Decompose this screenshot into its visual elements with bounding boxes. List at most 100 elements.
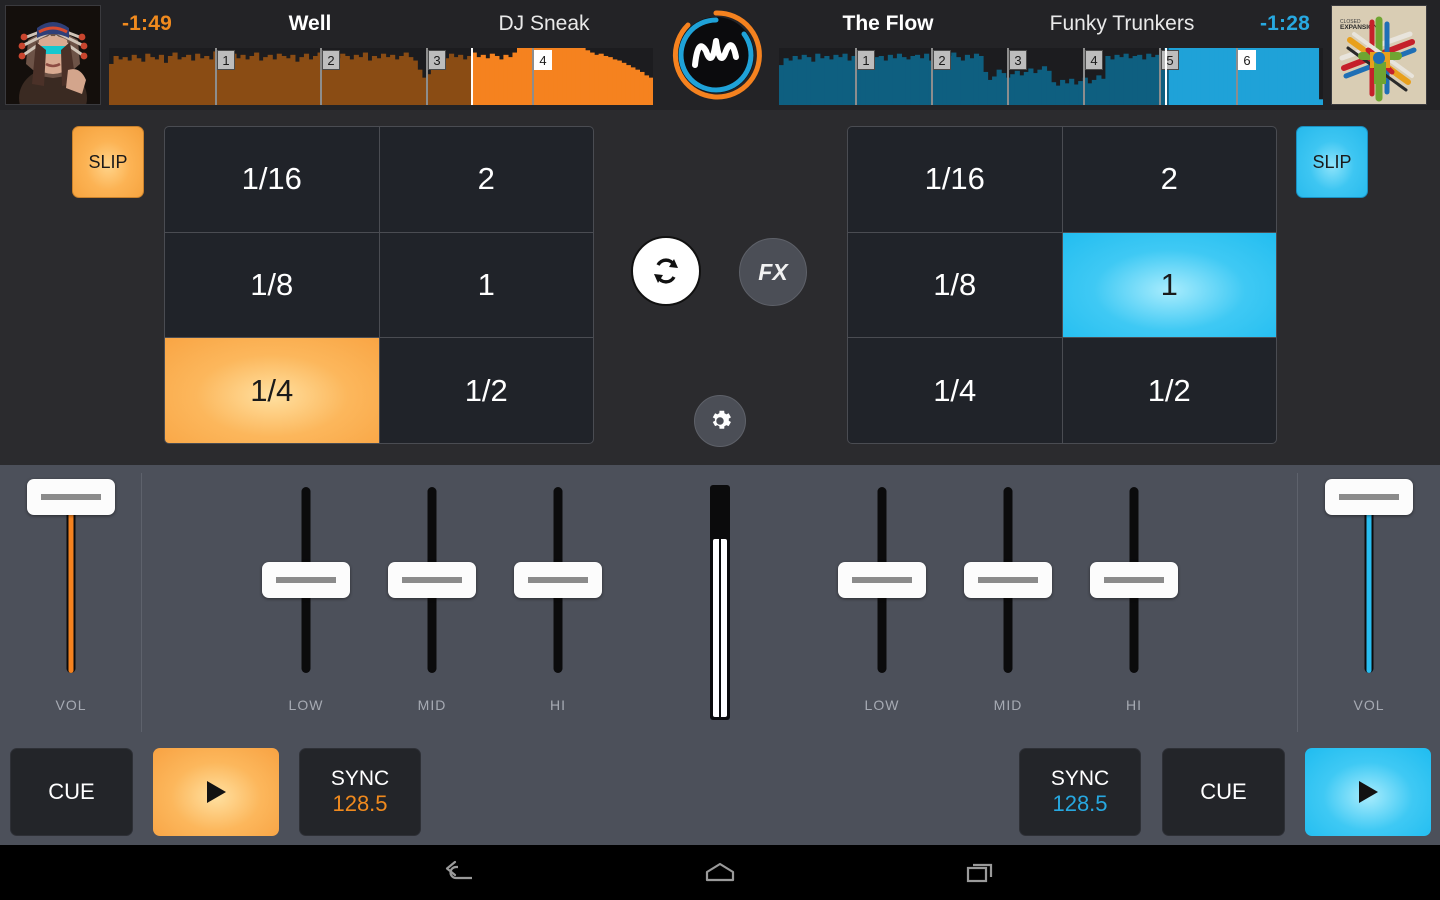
cue-marker-2[interactable]: 2 — [322, 50, 340, 70]
eq-hi-label-right: HI — [1126, 697, 1142, 713]
slip-button-left[interactable]: SLIP — [72, 126, 144, 198]
volume-fader-left[interactable]: VOL — [11, 465, 131, 740]
album-art-left[interactable] — [5, 5, 101, 105]
loop-toggle-button[interactable] — [631, 236, 701, 306]
waveform-right[interactable]: 1 2 3 4 5 6 — [779, 48, 1323, 105]
cue-marker-6[interactable]: 6 — [1238, 50, 1256, 70]
loop-cell-2[interactable]: 2 — [1062, 127, 1276, 232]
eq-mid-label-right: MID — [993, 697, 1023, 713]
eq-hi-left[interactable]: HI — [498, 465, 618, 740]
bpm-value-left: 128.5 — [332, 791, 388, 817]
sync-button-right[interactable]: SYNC 128.5 — [1019, 748, 1141, 836]
master-fader-gap — [719, 539, 721, 717]
volume-fader-right[interactable]: VOL — [1309, 465, 1429, 740]
volume-thumb-left[interactable] — [27, 479, 115, 515]
recents-icon — [966, 863, 993, 882]
playhead — [1165, 48, 1167, 105]
master-fader[interactable] — [710, 485, 730, 720]
eq-low-left[interactable]: LOW — [246, 465, 366, 740]
cue-marker-1[interactable]: 1 — [217, 50, 235, 70]
cue-marker-4[interactable]: 4 — [1085, 50, 1103, 70]
back-button[interactable] — [435, 854, 485, 892]
play-triangle-icon — [1359, 781, 1378, 803]
fx-label: FX — [758, 258, 788, 285]
deck-header-left: -1:49 Well DJ Sneak 1 2 3 4 — [101, 0, 661, 110]
settings-button[interactable] — [694, 395, 746, 447]
time-remaining-right: -1:28 — [1259, 12, 1311, 35]
fx-button[interactable]: FX — [739, 238, 807, 306]
time-remaining-left: -1:49 — [121, 12, 173, 35]
eq-mid-thumb-right[interactable] — [964, 562, 1052, 598]
volume-label-right: VOL — [1353, 697, 1385, 713]
transport-bar: CUE SYNC 128.5 SYNC 128.5 CUE — [0, 740, 1440, 845]
eq-mid-label-left: MID — [417, 697, 447, 713]
back-icon — [445, 860, 472, 879]
loop-cell-1-16[interactable]: 1/16 — [165, 127, 379, 232]
cue-marker-1[interactable]: 1 — [857, 50, 875, 70]
recents-button[interactable] — [955, 854, 1005, 892]
deck-header-bar: -1:49 Well DJ Sneak 1 2 3 4 The Flow Funky … — [0, 0, 1440, 110]
gear-icon — [712, 410, 731, 429]
loop-grid-right: 1/16 2 1/8 1 1/4 1/2 — [847, 126, 1277, 444]
eq-mid-right[interactable]: MID — [948, 465, 1068, 740]
loop-cell-1-2[interactable]: 1/2 — [1062, 338, 1276, 443]
loop-fx-panel: SLIP 1/16 2 1/8 1 1/4 1/2 FX 1/16 2 1/8 1 1/4 1/2 … — [0, 110, 1440, 465]
left-deck-waveform — [109, 48, 653, 105]
cue-marker-4[interactable]: 4 — [534, 50, 552, 70]
bpm-value-right: 128.5 — [1052, 791, 1108, 817]
loop-cell-1[interactable]: 1 — [1062, 232, 1276, 338]
sync-button-left[interactable]: SYNC 128.5 — [299, 748, 421, 836]
volume-label-left: VOL — [55, 697, 87, 713]
eq-hi-right[interactable]: HI — [1074, 465, 1194, 740]
deck-header-right: The Flow Funky Trunkers -1:28 1 2 3 4 5 6 — [771, 0, 1331, 110]
waveform-left[interactable]: 1 2 3 4 — [109, 48, 653, 105]
loop-cell-1-8[interactable]: 1/8 — [848, 232, 1062, 338]
eq-low-thumb-left[interactable] — [262, 562, 350, 598]
eq-low-thumb-right[interactable] — [838, 562, 926, 598]
cue-button-left[interactable]: CUE — [10, 748, 133, 836]
loop-cell-2[interactable]: 2 — [379, 127, 593, 232]
eq-hi-label-left: HI — [550, 697, 566, 713]
slip-button-right[interactable]: SLIP — [1296, 126, 1368, 198]
eq-mid-left[interactable]: MID — [372, 465, 492, 740]
mixer-divider — [1297, 473, 1298, 732]
android-nav-bar — [0, 845, 1440, 900]
play-button-right[interactable] — [1305, 748, 1431, 836]
mixer-divider — [141, 473, 142, 732]
cue-label-left: CUE — [48, 779, 95, 804]
sync-label-right: SYNC — [1050, 766, 1110, 790]
eq-hi-thumb-left[interactable] — [514, 562, 602, 598]
cue-label-right: CUE — [1200, 779, 1247, 804]
slip-label-right: SLIP — [1312, 151, 1352, 172]
cue-marker-3[interactable]: 3 — [1009, 50, 1027, 70]
loop-cell-1-2[interactable]: 1/2 — [379, 338, 593, 443]
eq-low-right[interactable]: LOW — [822, 465, 942, 740]
track-artist-right: Funky Trunkers — [1049, 12, 1195, 35]
eq-hi-thumb-right[interactable] — [1090, 562, 1178, 598]
track-title-left: Well — [288, 12, 332, 35]
eq-mid-thumb-left[interactable] — [388, 562, 476, 598]
volume-thumb-right[interactable] — [1325, 479, 1413, 515]
loop-cell-1-8[interactable]: 1/8 — [165, 232, 379, 338]
loop-cell-1-4[interactable]: 1/4 — [848, 338, 1062, 443]
track-artist-left: DJ Sneak — [498, 12, 590, 35]
play-button-left[interactable] — [153, 748, 279, 836]
loop-cell-1-16[interactable]: 1/16 — [848, 127, 1062, 232]
cue-button-right[interactable]: CUE — [1162, 748, 1285, 836]
loop-cell-1-4[interactable]: 1/4 — [165, 338, 379, 443]
cue-marker-3[interactable]: 3 — [428, 50, 446, 70]
loop-icon — [654, 258, 678, 284]
album-art-right[interactable]: CLOSED EXPANSION — [1331, 5, 1427, 105]
track-title-right: The Flow — [842, 12, 934, 35]
playhead — [471, 48, 473, 105]
loop-cell-1[interactable]: 1 — [379, 232, 593, 338]
eq-low-label-right: LOW — [864, 697, 900, 713]
loop-grid-left: 1/16 2 1/8 1 1/4 1/2 — [164, 126, 594, 444]
cue-marker-2[interactable]: 2 — [933, 50, 951, 70]
slip-label-left: SLIP — [88, 151, 128, 172]
waveform-disc-logo-svg — [672, 10, 762, 100]
sync-label-left: SYNC — [330, 766, 390, 790]
cue-marker-5[interactable]: 5 — [1161, 50, 1179, 70]
home-button[interactable] — [695, 854, 745, 892]
play-triangle-icon — [207, 781, 226, 803]
